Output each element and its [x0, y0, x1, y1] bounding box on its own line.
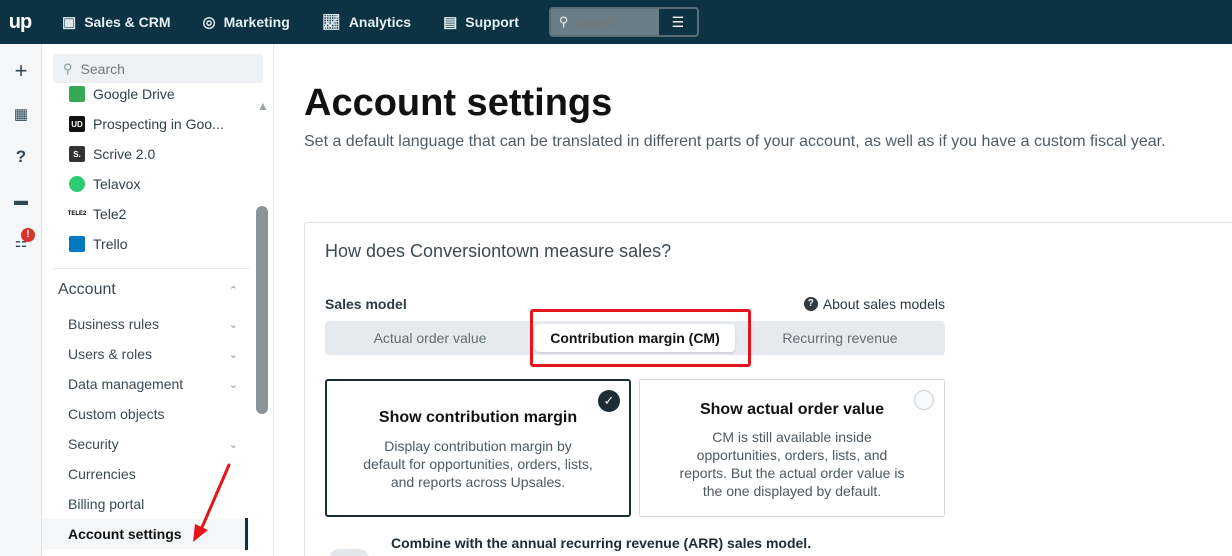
main-content: Account settings Set a default language …: [275, 44, 1232, 556]
sidebar-search: ⚲: [53, 54, 263, 83]
annotation-highlight-box: [530, 309, 751, 367]
chevron-down-icon: ⌄: [228, 438, 238, 451]
upsales-logo[interactable]: up: [0, 0, 40, 44]
scroll-up-arrow-icon[interactable]: ▲: [255, 99, 271, 113]
chart-line-icon: 📈︎: [321, 14, 341, 31]
quick-action-rail: + ▦ ? ▬ ⚏!: [0, 44, 42, 556]
sales-measure-card: How does Conversiontown measure sales? S…: [304, 222, 1232, 556]
sidebar-item-label: Prospecting in Goo...: [93, 116, 224, 132]
settings-sidebar: ⚲ Google Drive UD Prospecting in Goo... …: [43, 44, 274, 556]
nav-analytics[interactable]: 📈︎ Analytics: [306, 0, 427, 44]
option-show-actual-order-value[interactable]: Show actual order value CM is still avai…: [639, 379, 945, 517]
arr-toggle[interactable]: [329, 549, 369, 556]
nav-label: Marketing: [223, 14, 290, 30]
help-circle-icon: ?: [803, 297, 818, 311]
sales-model-label: Sales model: [325, 296, 407, 312]
sidebar-item-label: Data management: [68, 376, 184, 392]
link-label: About sales models: [822, 296, 945, 312]
nav-marketing[interactable]: ◎ Marketing: [187, 0, 306, 44]
google-drive-icon: [69, 86, 85, 102]
sidebar-item-prospecting[interactable]: UD Prospecting in Goo...: [69, 114, 224, 134]
sidebar-item-custom-objects[interactable]: Custom objects: [68, 404, 238, 424]
sidebar-item-label: Custom objects: [68, 406, 165, 422]
calendar-icon[interactable]: ▦: [0, 105, 42, 123]
search-icon: ⚲: [558, 14, 569, 29]
option-title: Show actual order value: [699, 401, 885, 418]
chevron-down-icon: ⌄: [228, 378, 238, 391]
sliders-icon: ☰: [671, 13, 685, 30]
sidebar-item-label: Security: [68, 436, 119, 452]
option-show-contribution-margin[interactable]: ✓ Show contribution margin Display contr…: [325, 379, 631, 517]
sidebar-item-data-management[interactable]: Data management ⌄: [68, 374, 238, 394]
combine-arr-label: Combine with the annual recurring revenu…: [391, 535, 812, 551]
sidebar-item-label: Google Drive: [93, 86, 175, 102]
top-navigation-bar: up ▣ Sales & CRM ◎ Marketing 📈︎ Analytic…: [0, 0, 1232, 44]
sidebar-item-label: Billing portal: [68, 496, 145, 512]
chevron-down-icon: ⌄: [228, 348, 238, 361]
nav-label: Support: [465, 14, 519, 30]
sidebar-item-scrive[interactable]: S. Scrive 2.0: [69, 144, 155, 164]
sidebar-item-label: Trello: [93, 236, 128, 252]
target-icon: ◎: [202, 14, 216, 31]
chat-icon: ▤: [443, 14, 458, 31]
sidebar-item-google-drive[interactable]: Google Drive: [69, 84, 175, 104]
sidebar-item-tele2[interactable]: TELE2 Tele2: [68, 204, 127, 224]
sidebar-section-account[interactable]: Account ⌃: [58, 281, 238, 299]
nav-sales-crm[interactable]: ▣ Sales & CRM: [46, 0, 187, 44]
annotation-arrow: [193, 463, 231, 542]
scrive-icon: S.: [69, 146, 85, 162]
sidebar-item-users-roles[interactable]: Users & roles ⌄: [68, 344, 238, 364]
sidebar-item-telavox[interactable]: Telavox: [69, 174, 140, 194]
alert-badge: !: [21, 228, 35, 242]
about-sales-models-link[interactable]: ? About sales models: [797, 296, 945, 312]
page-title: Account settings: [304, 82, 613, 124]
telavox-icon: [69, 176, 85, 192]
checkmark-icon: ✓: [598, 390, 620, 412]
sidebar-divider: [53, 268, 249, 269]
segment-recurring-revenue[interactable]: Recurring revenue: [735, 321, 945, 355]
global-search: ⚲ ☰: [548, 7, 699, 37]
nav-label: Sales & CRM: [84, 14, 171, 30]
global-search-input[interactable]: [574, 14, 659, 30]
nav-support[interactable]: ▤ Support: [427, 0, 535, 44]
radio-unchecked-icon: [914, 390, 934, 410]
sidebar-item-label: Tele2: [93, 206, 127, 222]
section-label: Account: [58, 281, 116, 298]
search-filter-button[interactable]: ☰: [658, 9, 697, 35]
plus-icon[interactable]: +: [0, 58, 42, 84]
sidebar-scrollbar-thumb[interactable]: [256, 206, 268, 414]
option-description: Display contribution margin by default f…: [363, 438, 593, 490]
search-icon: ⚲: [63, 60, 73, 76]
tele2-icon: TELE2: [68, 206, 86, 222]
card-title: How does Conversiontown measure sales?: [325, 241, 672, 261]
sidebar-item-label: Business rules: [68, 316, 160, 332]
option-title: Show contribution margin: [378, 409, 578, 426]
help-icon[interactable]: ?: [0, 147, 42, 167]
page-subtitle: Set a default language that can be trans…: [304, 133, 1166, 150]
option-description: CM is still available inside opportuniti…: [679, 429, 905, 499]
sidebar-item-trello[interactable]: Trello: [69, 234, 128, 254]
sidebar-item-label: Account settings: [68, 526, 182, 542]
briefcase-icon: ▣: [62, 14, 77, 31]
chevron-down-icon: ⌄: [228, 318, 238, 331]
segment-actual-order-value[interactable]: Actual order value: [325, 321, 535, 355]
chevron-up-icon: ⌃: [228, 284, 238, 297]
trello-icon: [69, 236, 85, 252]
nav-label: Analytics: [348, 14, 412, 30]
notification-icon[interactable]: ⚏!: [0, 228, 42, 251]
sidebar-item-label: Telavox: [93, 176, 141, 192]
sidebar-item-business-rules[interactable]: Business rules ⌄: [68, 314, 238, 334]
upsales-app-icon: UD: [69, 116, 85, 132]
sidebar-item-label: Currencies: [68, 466, 136, 482]
sidebar-search-input[interactable]: [80, 60, 231, 77]
sidebar-item-label: Users & roles: [68, 346, 153, 362]
active-item-indicator: [245, 518, 248, 550]
sidebar-item-security[interactable]: Security ⌄: [68, 434, 238, 454]
sidebar-item-label: Scrive 2.0: [93, 146, 156, 162]
comment-icon[interactable]: ▬: [0, 192, 42, 208]
